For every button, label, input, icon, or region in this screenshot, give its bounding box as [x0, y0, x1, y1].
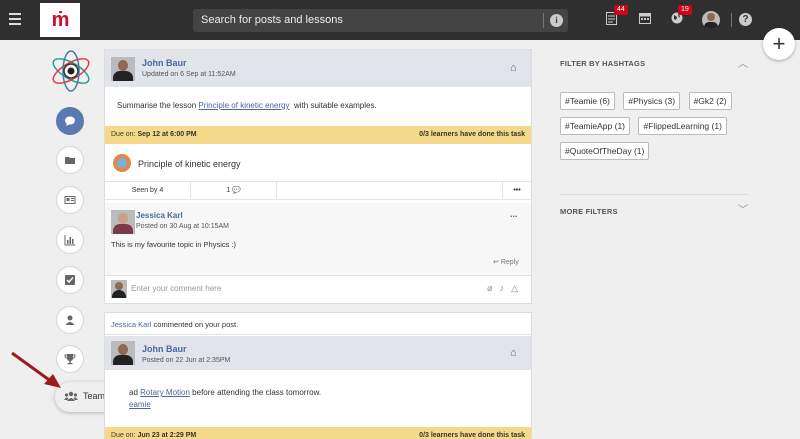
hashtag-chip[interactable]: #FlippedLearning (1) [638, 117, 727, 135]
info-icon[interactable]: i [550, 14, 563, 27]
learner-progress: 0/3 learners have done this task [419, 432, 525, 439]
post-body: ad Rotary Motion before attending the cl… [129, 388, 322, 397]
folder-icon [65, 157, 75, 164]
avatar [111, 280, 127, 298]
microphone-icon[interactable]: ♪ [500, 283, 512, 293]
comment-icon: 💬 [232, 187, 241, 194]
attachment-icon[interactable]: ⌀ [487, 283, 499, 293]
seen-by[interactable]: Seen by 4 [105, 182, 191, 199]
comment-count[interactable]: 1 💬 [191, 182, 277, 199]
post-card: John Baur Updated on 6 Sep at 11:52AM ⌂ … [104, 49, 532, 304]
comment-input[interactable]: Enter your comment here ⌀♪△ [105, 275, 531, 301]
post-timestamp: Updated on 6 Sep at 11:52AM [142, 71, 236, 78]
notification-badge: 44 [614, 5, 628, 15]
comment-placeholder: Enter your comment here [131, 284, 222, 293]
home-icon[interactable]: ⌂ [510, 62, 517, 74]
post-stats: Seen by 4 1 💬 ••• [105, 181, 531, 200]
sidebar-item-folders[interactable] [56, 146, 84, 174]
checkbox-icon [65, 275, 75, 285]
avatar[interactable] [111, 341, 135, 365]
activity-notice: Jessica Karl commented on your post. [105, 313, 531, 335]
avatar[interactable] [111, 57, 135, 81]
reply-button[interactable]: ↩ Reply [493, 258, 519, 266]
sidebar-item-profile[interactable] [56, 306, 84, 334]
notification-badge: 19 [678, 5, 692, 15]
due-date: Due on: Sep 12 at 6:00 PM [111, 131, 197, 138]
post-header: John Baur Updated on 6 Sep at 11:52AM ⌂ [105, 50, 531, 87]
hashtag-chip[interactable]: #QuoteOfTheDay (1) [560, 142, 650, 160]
notice-user[interactable]: Jessica Karl [111, 320, 151, 329]
post-author[interactable]: John Baur [142, 58, 187, 68]
calendar-icon[interactable] [639, 12, 651, 27]
post-author[interactable]: John Baur [142, 344, 187, 354]
comment-timestamp: Posted on 30 Aug at 10:15AM [136, 223, 230, 230]
lesson-link[interactable]: Rotary Motion [140, 388, 190, 397]
lesson-link[interactable]: Principle of kinetic energy [198, 101, 289, 110]
post-card: Jessica Karl commented on your post. Joh… [104, 312, 532, 439]
learner-progress: 0/3 learners have done this task [419, 131, 525, 138]
hashtag-chip[interactable]: #Gk2 (2) [688, 92, 732, 110]
post-more-button[interactable]: ••• [503, 182, 531, 199]
news-icon [64, 196, 76, 204]
chat-icon [65, 116, 75, 126]
sidebar-item-posts[interactable] [56, 107, 84, 135]
post-body: Summarise the lesson Principle of kineti… [117, 101, 377, 110]
hashtag-link[interactable]: eamie [129, 400, 151, 409]
avatar[interactable] [111, 210, 135, 234]
user-avatar[interactable] [702, 11, 720, 29]
post-timestamp: Posted on 22 Jun at 2:35PM [142, 357, 231, 364]
hamburger-menu-icon[interactable] [9, 13, 21, 25]
bar-chart-icon [64, 235, 75, 246]
due-bar: Due on: Sep 12 at 6:00 PM 0/3 learners h… [105, 126, 531, 144]
hashtag-chip[interactable]: #TeamieApp (1) [560, 117, 631, 135]
help-icon[interactable]: ? [739, 13, 752, 26]
comment: Jessica Karl Posted on 30 Aug at 10:15AM… [105, 203, 531, 275]
home-icon[interactable]: ⌂ [510, 347, 517, 359]
red-arrow-annotation [11, 351, 61, 388]
comment-more-button[interactable]: ... [510, 209, 518, 219]
lesson-title[interactable]: Principle of kinetic energy [138, 159, 241, 169]
top-bar: ṁ Search for posts and lessons i 44 19 ? [0, 0, 800, 40]
chevron-up-icon[interactable]: ︿ [738, 55, 748, 70]
search-input[interactable]: Search for posts and lessons i [193, 9, 568, 32]
post-header: John Baur Posted on 22 Jun at 2:35PM ⌂ [105, 336, 531, 370]
drive-icon[interactable]: △ [511, 283, 525, 293]
due-date: Due on: Jun 23 at 2:29 PM [111, 432, 197, 439]
user-icon [65, 315, 75, 325]
comment-text: This is my favourite topic in Physics :) [111, 240, 237, 249]
search-placeholder: Search for posts and lessons [201, 14, 343, 26]
chevron-down-icon[interactable]: ﹀ [738, 201, 748, 216]
reply-icon: ↩ [493, 259, 499, 266]
sidebar-item-tasks[interactable] [56, 266, 84, 294]
comment-author[interactable]: Jessica Karl [136, 211, 183, 220]
create-button[interactable]: + [763, 28, 795, 60]
due-bar: Due on: Jun 23 at 2:29 PM 0/3 learners h… [105, 427, 531, 439]
hashtag-chip[interactable]: #Physics (3) [623, 92, 681, 110]
app-logo[interactable]: ṁ [40, 3, 80, 37]
more-filters-title[interactable]: MORE FILTERS [560, 207, 750, 216]
sidebar-item-analytics[interactable] [56, 226, 84, 254]
hashtag-chip[interactable]: #Teamie (6) [560, 92, 615, 110]
sidebar-item-news[interactable] [56, 186, 84, 214]
hashtag-list: #Teamie (6) #Physics (3) #Gk2 (2) #Teami… [560, 91, 740, 166]
brand-atom-logo[interactable] [49, 49, 93, 93]
filter-hashtags-title: FILTER BY HASHTAGS [560, 59, 646, 68]
lesson-icon [113, 154, 131, 172]
